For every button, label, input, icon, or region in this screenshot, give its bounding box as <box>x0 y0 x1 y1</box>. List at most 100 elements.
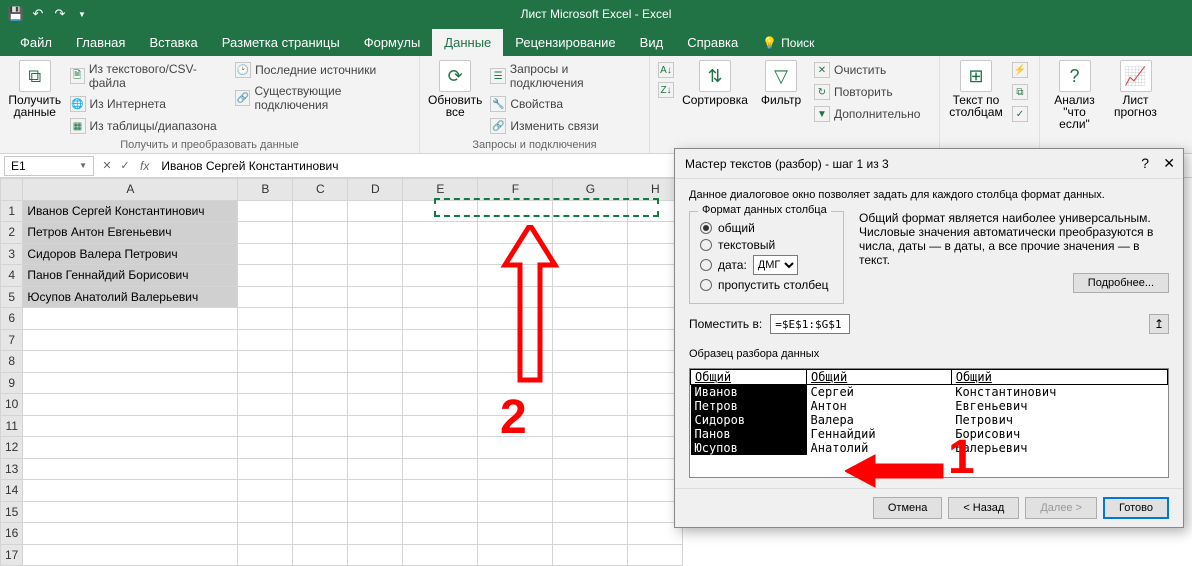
cell-D3[interactable] <box>348 243 403 265</box>
cell-C14[interactable] <box>293 480 348 502</box>
cell-G16[interactable] <box>553 523 628 545</box>
cell-B15[interactable] <box>238 501 293 523</box>
cell-E10[interactable] <box>403 394 478 416</box>
row-header-15[interactable]: 15 <box>1 501 23 523</box>
cell-B13[interactable] <box>238 458 293 480</box>
cell-A4[interactable]: Панов Геннайдий Борисович <box>23 265 238 287</box>
edit-links-button[interactable]: 🔗Изменить связи <box>490 116 641 136</box>
cell-A11[interactable] <box>23 415 238 437</box>
cell-C12[interactable] <box>293 437 348 459</box>
row-header-7[interactable]: 7 <box>1 329 23 351</box>
tab-insert[interactable]: Вставка <box>137 29 209 56</box>
cell-B10[interactable] <box>238 394 293 416</box>
cell-E6[interactable] <box>403 308 478 330</box>
accept-formula-button[interactable]: ✓ <box>116 156 134 176</box>
cell-G2[interactable] <box>553 222 628 244</box>
cell-F5[interactable] <box>478 286 553 308</box>
cell-E13[interactable] <box>403 458 478 480</box>
cell-G11[interactable] <box>553 415 628 437</box>
cell-C11[interactable] <box>293 415 348 437</box>
col-header-B[interactable]: B <box>238 179 293 201</box>
cell-D12[interactable] <box>348 437 403 459</box>
cell-G14[interactable] <box>553 480 628 502</box>
dialog-close-button[interactable]: ✕ <box>1163 155 1175 172</box>
cell-F1[interactable] <box>478 200 553 222</box>
cell-B7[interactable] <box>238 329 293 351</box>
cell-C8[interactable] <box>293 351 348 373</box>
row-header-11[interactable]: 11 <box>1 415 23 437</box>
properties-button[interactable]: 🔧Свойства <box>490 94 641 114</box>
cell-B5[interactable] <box>238 286 293 308</box>
cell-G4[interactable] <box>553 265 628 287</box>
cell-G6[interactable] <box>553 308 628 330</box>
row-header-13[interactable]: 13 <box>1 458 23 480</box>
cell-D14[interactable] <box>348 480 403 502</box>
cell-A15[interactable] <box>23 501 238 523</box>
from-web-button[interactable]: 🌐Из Интернета <box>70 94 228 114</box>
cell-A9[interactable] <box>23 372 238 394</box>
cell-D10[interactable] <box>348 394 403 416</box>
cell-B17[interactable] <box>238 544 293 566</box>
cell-F8[interactable] <box>478 351 553 373</box>
select-all-corner[interactable] <box>1 179 23 201</box>
remove-dup-button[interactable]: ⧉ <box>1012 82 1028 102</box>
flash-fill-button[interactable]: ⚡ <box>1012 60 1028 80</box>
cell-G5[interactable] <box>553 286 628 308</box>
cell-E1[interactable] <box>403 200 478 222</box>
cell-G9[interactable] <box>553 372 628 394</box>
save-icon[interactable]: 💾 <box>6 4 26 24</box>
reapply-button[interactable]: ↻Повторить <box>814 82 920 102</box>
row-header-12[interactable]: 12 <box>1 437 23 459</box>
cell-A14[interactable] <box>23 480 238 502</box>
cell-A12[interactable] <box>23 437 238 459</box>
radio-date[interactable] <box>700 259 712 271</box>
filter-button[interactable]: ▽Фильтр <box>756 60 806 106</box>
tab-search[interactable]: 💡 Поиск <box>750 30 826 56</box>
cell-D15[interactable] <box>348 501 403 523</box>
cell-A2[interactable]: Петров Антон Евгеньевич <box>23 222 238 244</box>
radio-skip[interactable] <box>700 279 712 291</box>
tab-review[interactable]: Рецензирование <box>503 29 627 56</box>
cancel-button[interactable]: Отмена <box>873 497 942 519</box>
cell-E2[interactable] <box>403 222 478 244</box>
cell-F17[interactable] <box>478 544 553 566</box>
cell-D7[interactable] <box>348 329 403 351</box>
cell-G10[interactable] <box>553 394 628 416</box>
cell-E9[interactable] <box>403 372 478 394</box>
cell-E15[interactable] <box>403 501 478 523</box>
existing-conn-button[interactable]: 🔗Существующие подключения <box>235 82 411 114</box>
cell-C16[interactable] <box>293 523 348 545</box>
cell-G8[interactable] <box>553 351 628 373</box>
col-header-D[interactable]: D <box>348 179 403 201</box>
cell-B12[interactable] <box>238 437 293 459</box>
cell-B4[interactable] <box>238 265 293 287</box>
cell-D16[interactable] <box>348 523 403 545</box>
cell-D6[interactable] <box>348 308 403 330</box>
row-header-1[interactable]: 1 <box>1 200 23 222</box>
row-header-6[interactable]: 6 <box>1 308 23 330</box>
cell-D5[interactable] <box>348 286 403 308</box>
cell-B6[interactable] <box>238 308 293 330</box>
get-data-button[interactable]: ⧉Получить данные <box>8 60 62 118</box>
more-info-button[interactable]: Подробнее... <box>1073 273 1169 293</box>
cell-D4[interactable] <box>348 265 403 287</box>
cell-A8[interactable] <box>23 351 238 373</box>
cell-A13[interactable] <box>23 458 238 480</box>
from-csv-button[interactable]: 🗎Из текстового/CSV-файла <box>70 60 228 92</box>
cell-B14[interactable] <box>238 480 293 502</box>
whatif-button[interactable]: ?Анализ "что если" <box>1048 60 1101 130</box>
cell-E5[interactable] <box>403 286 478 308</box>
tab-help[interactable]: Справка <box>675 29 750 56</box>
tab-layout[interactable]: Разметка страницы <box>210 29 352 56</box>
date-format-select[interactable]: ДМГ <box>753 255 798 275</box>
cell-F6[interactable] <box>478 308 553 330</box>
cell-C7[interactable] <box>293 329 348 351</box>
row-header-2[interactable]: 2 <box>1 222 23 244</box>
cell-A1[interactable]: Иванов Сергей Константинович <box>23 200 238 222</box>
queries-button[interactable]: ☰Запросы и подключения <box>490 60 641 92</box>
cell-G3[interactable] <box>553 243 628 265</box>
tab-data[interactable]: Данные <box>432 29 503 56</box>
fx-icon[interactable]: fx <box>140 159 149 173</box>
cell-D2[interactable] <box>348 222 403 244</box>
cell-B11[interactable] <box>238 415 293 437</box>
